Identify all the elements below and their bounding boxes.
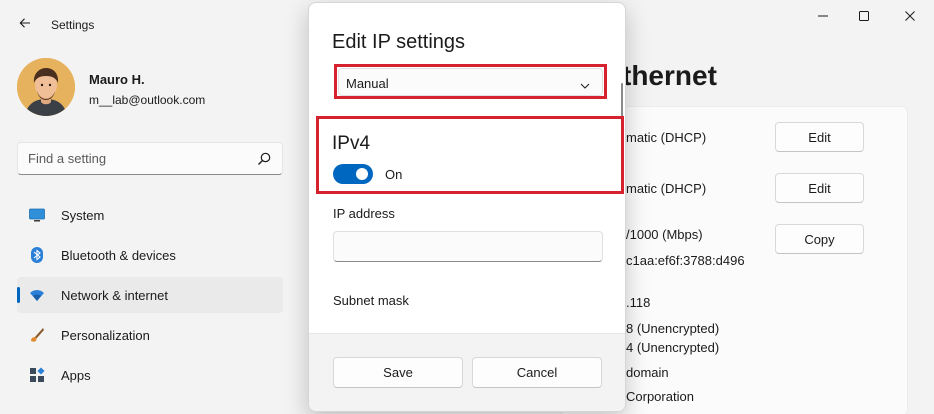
search-box[interactable] <box>17 142 283 175</box>
apps-icon <box>29 367 45 383</box>
toggle-thumb <box>356 168 368 180</box>
manufacturer-value: Corporation <box>626 389 694 404</box>
dns-server-1-value: 8 (Unencrypted) <box>626 321 720 336</box>
search-input[interactable] <box>28 143 248 174</box>
button-label: Copy <box>804 231 835 247</box>
selection-indicator <box>17 287 20 303</box>
button-label: Save <box>383 365 413 380</box>
dialog-footer: Save Cancel <box>309 333 625 411</box>
wifi-icon <box>29 287 45 303</box>
nav-item-label: Bluetooth & devices <box>61 248 176 263</box>
maximize-button[interactable] <box>849 8 879 28</box>
user-avatar-icon <box>17 58 75 116</box>
arrow-left-icon <box>19 16 31 34</box>
edit-ip-assignment-button[interactable]: Edit <box>775 122 864 152</box>
button-label: Edit <box>808 129 831 145</box>
minimize-button[interactable] <box>808 8 838 28</box>
button-label: Edit <box>808 180 831 196</box>
nav-item-apps[interactable]: Apps <box>17 357 283 393</box>
edit-dns-assignment-button[interactable]: Edit <box>775 173 864 203</box>
save-button[interactable]: Save <box>333 357 463 388</box>
button-label: Cancel <box>516 365 558 380</box>
maximize-icon <box>858 9 870 27</box>
brush-icon <box>29 327 45 343</box>
ip-address-label: IP address <box>333 206 395 221</box>
nav-item-label: Network & internet <box>61 288 168 303</box>
back-button[interactable] <box>12 12 38 38</box>
dns-assignment-value: matic (DHCP) <box>626 181 707 196</box>
ipv6-address-value: c1aa:ef6f:3788:d496 <box>626 253 745 268</box>
app-title: Settings <box>51 18 95 32</box>
monitor-icon <box>29 207 45 223</box>
close-button[interactable] <box>895 8 925 28</box>
nav-item-network-internet[interactable]: Network & internet <box>17 277 283 313</box>
toggle-state-label: On <box>385 167 403 182</box>
profile-email: m__lab@outlook.com <box>89 93 206 107</box>
ipv4-toggle[interactable] <box>333 164 373 184</box>
dns-server-2-value: 4 (Unencrypted) <box>626 340 720 355</box>
nav-item-label: Apps <box>61 368 91 383</box>
subnet-mask-label: Subnet mask <box>333 293 409 308</box>
search-icon[interactable] <box>256 151 272 167</box>
ipv4-address-value: .118 <box>626 295 651 310</box>
link-speed-value: /1000 (Mbps) <box>626 227 703 242</box>
close-icon <box>904 9 916 27</box>
minimize-icon <box>817 9 829 27</box>
page-title: thernet <box>622 60 717 91</box>
ip-address-field[interactable] <box>333 231 603 262</box>
ip-address-input[interactable] <box>334 232 602 261</box>
nav-item-label: Personalization <box>61 328 150 343</box>
cancel-button[interactable]: Cancel <box>472 357 602 388</box>
profile-name: Mauro H. <box>89 72 145 87</box>
dns-suffix-value: domain <box>626 365 669 380</box>
nav-item-label: System <box>61 208 105 223</box>
bluetooth-icon <box>29 247 45 263</box>
dialog-title: Edit IP settings <box>332 31 466 53</box>
avatar <box>17 58 75 116</box>
ip-assignment-value: matic (DHCP) <box>626 130 707 145</box>
ip-mode-select[interactable]: Manual <box>338 68 603 96</box>
edit-ip-settings-dialog: Edit IP settings Manual IPv4 On IP addre… <box>308 2 626 412</box>
copy-button[interactable]: Copy <box>775 224 864 254</box>
nav-item-bluetooth-devices[interactable]: Bluetooth & devices <box>17 237 283 273</box>
nav-item-personalization[interactable]: Personalization <box>17 317 283 353</box>
nav-item-system[interactable]: System <box>17 197 283 233</box>
ipv4-section-title: IPv4 <box>332 133 371 154</box>
chevron-down-icon <box>580 78 590 89</box>
select-value: Manual <box>346 76 389 91</box>
